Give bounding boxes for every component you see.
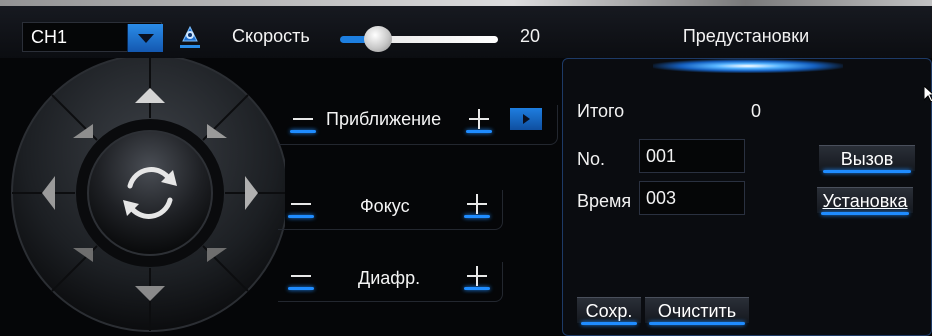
save-button[interactable]: Сохр. [577, 297, 641, 325]
total-label: Итого [577, 101, 625, 121]
time-field[interactable]: 003 [639, 181, 745, 215]
iris-label: Диафр. [358, 268, 421, 288]
ptz-direction-pad [11, 58, 285, 332]
total-value: 0 [751, 101, 762, 121]
clear-button-label: Очистить [657, 301, 737, 321]
play-icon[interactable] [510, 108, 542, 130]
presets-title: Предустановки [682, 26, 810, 46]
preset-no-field[interactable]: 001 [639, 139, 745, 173]
zoom-in-button[interactable] [464, 107, 494, 133]
channel-value: CH1 [31, 27, 68, 47]
channel-select[interactable]: CH1 [22, 22, 163, 52]
focus-near-button[interactable] [286, 192, 316, 218]
panel-glow [653, 59, 843, 73]
preset-no-label: No. [577, 149, 606, 169]
top-toolbar: CH1 Скорость 20 Предустановки [0, 0, 932, 58]
top-highlight [0, 0, 932, 6]
chevron-down-icon[interactable] [127, 24, 163, 52]
cursor-icon [924, 86, 932, 102]
speed-label: Скорость [232, 26, 310, 46]
clear-button[interactable]: Очистить [645, 297, 749, 325]
focus-control: Фокус [278, 190, 503, 230]
iris-open-button[interactable] [462, 264, 492, 290]
focus-far-button[interactable] [462, 192, 492, 218]
focus-label: Фокус [360, 196, 410, 216]
time-label: Время [577, 191, 632, 211]
zoom-label: Приближение [326, 109, 442, 129]
iris-close-button[interactable] [286, 264, 316, 290]
zoom-control: Приближение [278, 105, 558, 145]
preset-no-value: 001 [646, 146, 677, 166]
presets-panel: Итого 0 No. 001 Вызов Время 003 Установк… [562, 58, 932, 336]
zoom-out-button[interactable] [288, 107, 318, 133]
speed-slider-thumb[interactable] [364, 26, 392, 52]
iris-control: Диафр. [278, 262, 503, 302]
set-button[interactable]: Установка [817, 187, 913, 215]
set-button-label: Установка [822, 191, 908, 211]
speed-value: 20 [520, 26, 541, 46]
call-button[interactable]: Вызов [819, 145, 915, 173]
save-button-label: Сохр. [585, 301, 633, 321]
camera-icon[interactable] [178, 23, 202, 49]
call-button-label: Вызов [840, 149, 894, 169]
time-value: 003 [646, 188, 677, 208]
